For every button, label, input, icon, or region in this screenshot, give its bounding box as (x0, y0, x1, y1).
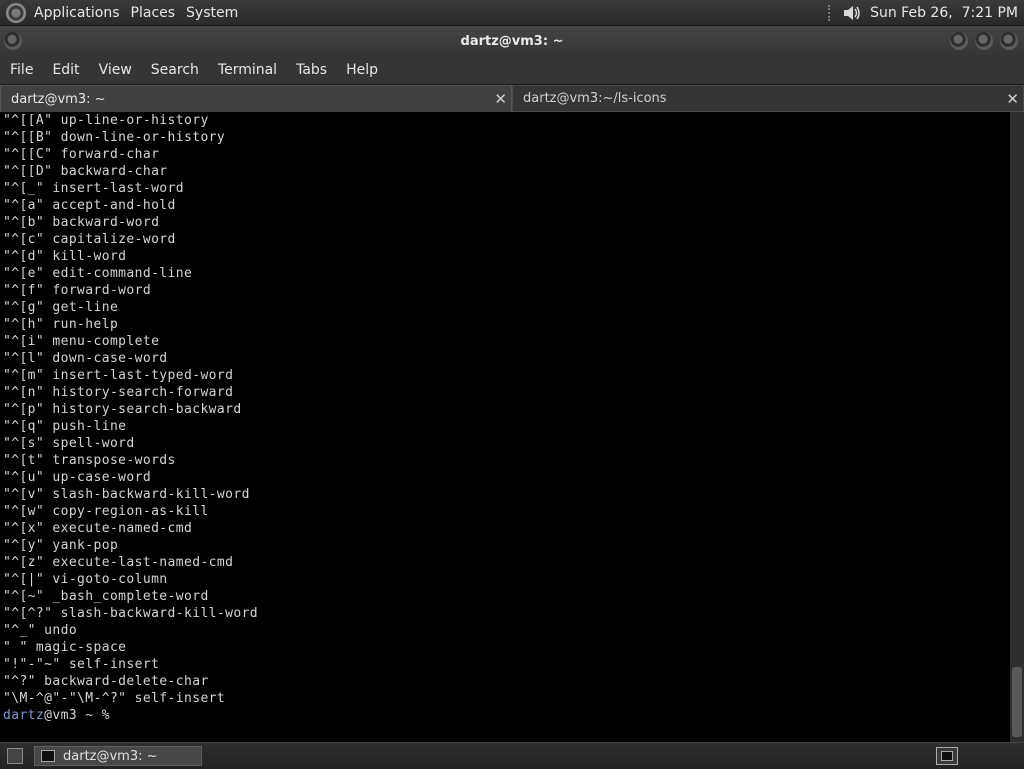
terminal-icon (41, 750, 55, 762)
terminal-line: "^[d" kill-word (3, 249, 127, 264)
tab-home[interactable]: dartz@vm3: ~ ✕ (0, 85, 512, 112)
terminal-line: "^[g" get-line (3, 300, 119, 315)
terminal-line: "^[e" edit-command-line (3, 266, 193, 281)
places-menu[interactable]: Places (129, 5, 185, 21)
terminal-line: "^[b" backward-word (3, 215, 160, 230)
terminal-line: "^[[D" backward-char (3, 164, 168, 179)
bottom-panel: dartz@vm3: ~ (0, 742, 1024, 769)
window-title: dartz@vm3: ~ (460, 33, 564, 49)
gnome-logo-icon[interactable] (6, 2, 26, 23)
top-panel: Applications Places System Sun Feb 26, 7… (0, 0, 1024, 26)
window-titlebar[interactable]: dartz@vm3: ~ (0, 26, 1024, 56)
prompt-host: @vm3 (44, 708, 78, 723)
maximize-icon[interactable] (975, 32, 993, 50)
menubar: File Edit View Search Terminal Tabs Help (0, 56, 1024, 84)
terminal-line: "^[a" accept-and-hold (3, 198, 176, 213)
terminal-line: "^[v" slash-backward-kill-word (3, 487, 250, 502)
terminal-line: "^_" undo (3, 623, 78, 638)
taskbar-window-button[interactable]: dartz@vm3: ~ (34, 746, 202, 766)
terminal-line: "^[[A" up-line-or-history (3, 113, 209, 128)
taskbar-label: dartz@vm3: ~ (63, 748, 158, 764)
terminal-line: "^[|" vi-goto-column (3, 572, 168, 587)
system-menu[interactable]: System (184, 5, 247, 21)
panel-clock[interactable]: Sun Feb 26, 7:21 PM (870, 5, 1018, 21)
terminal-line: "!"-"~" self-insert (3, 657, 160, 672)
terminal-line: "^[w" copy-region-as-kill (3, 504, 209, 519)
shell-prompt: dartz@vm3 ~ % (3, 707, 1010, 724)
terminal-line: "^[z" execute-last-named-cmd (3, 555, 234, 570)
menu-search[interactable]: Search (141, 62, 208, 78)
minimize-icon[interactable] (950, 32, 968, 50)
applications-menu[interactable]: Applications (32, 5, 129, 21)
terminal-line: "^[p" history-search-backward (3, 402, 242, 417)
terminal-line: "^[h" run-help (3, 317, 119, 332)
speaker-icon[interactable] (842, 4, 862, 22)
terminal-line: "^[[C" forward-char (3, 147, 160, 162)
terminal-scrollbar[interactable] (1010, 112, 1024, 742)
terminal-line: "^[c" capitalize-word (3, 232, 176, 247)
terminal-output[interactable]: "^[[A" up-line-or-history "^[[B" down-lin… (0, 112, 1010, 742)
show-desktop-icon[interactable] (7, 748, 23, 764)
terminal-line: "^[m" insert-last-typed-word (3, 368, 234, 383)
terminal-line: "^[q" push-line (3, 419, 127, 434)
panel-tray: Sun Feb 26, 7:21 PM (828, 4, 1024, 22)
terminal-line: "^[_" insert-last-word (3, 181, 184, 196)
window-menu-icon[interactable] (4, 32, 22, 50)
terminal-icon (941, 751, 953, 761)
terminal-line: "^[~" _bash_complete-word (3, 589, 209, 604)
terminal-line: "^[n" history-search-forward (3, 385, 234, 400)
tab-label: dartz@vm3:~/ls-icons (523, 91, 667, 106)
scrollbar-thumb[interactable] (1012, 667, 1022, 737)
tab-bar: dartz@vm3: ~ ✕ dartz@vm3:~/ls-icons ✕ (0, 85, 1024, 112)
menu-edit[interactable]: Edit (42, 62, 88, 78)
close-tab-icon[interactable]: ✕ (1006, 90, 1019, 108)
terminal-line: "^[^?" slash-backward-kill-word (3, 606, 259, 621)
tab-label: dartz@vm3: ~ (11, 91, 106, 107)
close-tab-icon[interactable]: ✕ (494, 90, 507, 108)
menu-tabs[interactable]: Tabs (286, 62, 336, 78)
terminal-line: "^?" backward-delete-char (3, 674, 209, 689)
workspace-switcher[interactable] (936, 747, 958, 765)
prompt-user: dartz (3, 708, 45, 723)
terminal-line: "^[y" yank-pop (3, 538, 119, 553)
terminal-line: "^[f" forward-word (3, 283, 152, 298)
terminal-line: "^[x" execute-named-cmd (3, 521, 193, 536)
panel-handle (828, 4, 834, 21)
close-window-icon[interactable] (1000, 32, 1018, 50)
terminal-line: "^[u" up-case-word (3, 470, 152, 485)
prompt-dir: ~ % (77, 708, 110, 723)
terminal-line: "^[l" down-case-word (3, 351, 168, 366)
terminal-line: "^[[B" down-line-or-history (3, 130, 226, 145)
menu-view[interactable]: View (89, 62, 141, 78)
terminal-line: "^[i" menu-complete (3, 334, 160, 349)
terminal-line: "\M-^@"-"\M-^?" self-insert (3, 691, 226, 706)
terminal-line: " " magic-space (3, 640, 127, 655)
menu-file[interactable]: File (0, 62, 42, 78)
terminal-line: "^[t" transpose-words (3, 453, 176, 468)
menu-help[interactable]: Help (336, 62, 387, 78)
menu-terminal[interactable]: Terminal (208, 62, 286, 78)
tab-ls-icons[interactable]: dartz@vm3:~/ls-icons ✕ (512, 85, 1024, 112)
terminal-line: "^[s" spell-word (3, 436, 135, 451)
